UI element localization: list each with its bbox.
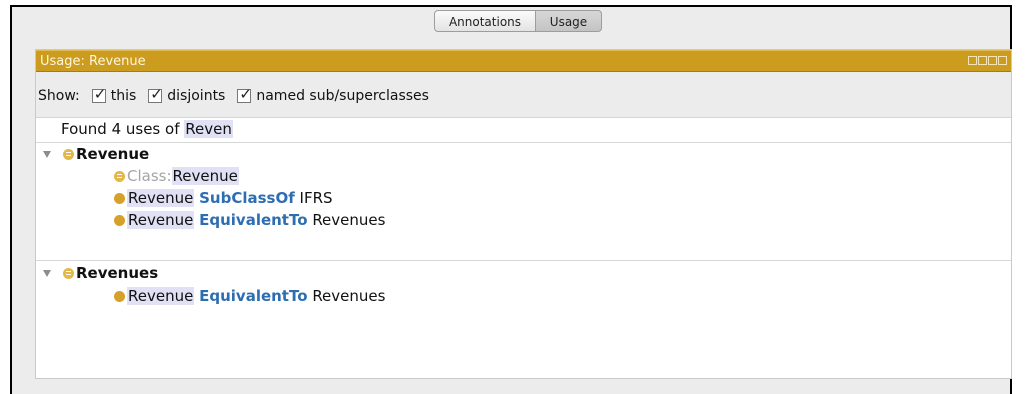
list-item[interactable]: Class: Revenue xyxy=(114,167,239,185)
checkbox-named-sub-superclasses-label: named sub/superclasses xyxy=(256,88,429,104)
item-subject: Revenue xyxy=(171,167,239,185)
tab-annotations[interactable]: Annotations xyxy=(434,10,536,32)
found-summary: Found 4 uses of Reven xyxy=(61,120,233,138)
list-item[interactable]: Revenue SubClassOf IFRS xyxy=(114,189,333,207)
tree-node-revenues[interactable]: Revenues xyxy=(36,264,158,282)
usage-panel: Usage: Revenue Show: this disjoints name… xyxy=(35,49,1012,379)
found-prefix: Found 4 uses of xyxy=(61,120,180,138)
node-label: Revenue xyxy=(76,145,150,163)
panel-title-bar: Usage: Revenue xyxy=(36,50,1011,72)
divider xyxy=(36,142,1011,143)
checkbox-named-sub-superclasses[interactable] xyxy=(237,85,252,103)
item-keyword: SubClassOf xyxy=(199,189,295,207)
show-label: Show: xyxy=(38,88,80,104)
usage-tree: Found 4 uses of Reven Revenue Class: Rev… xyxy=(36,117,1011,378)
item-object: Revenues xyxy=(312,287,386,305)
item-keyword: EquivalentTo xyxy=(199,211,308,229)
item-subject: Revenue xyxy=(127,189,195,207)
divider xyxy=(36,260,1011,261)
expand-triangle-icon[interactable] xyxy=(43,269,51,277)
class-icon xyxy=(63,148,74,160)
checkbox-disjoints[interactable] xyxy=(148,85,163,103)
split-icon[interactable] xyxy=(978,56,987,65)
tree-node-revenue[interactable]: Revenue xyxy=(36,145,149,163)
tile-icon[interactable] xyxy=(968,56,977,65)
axiom-icon xyxy=(114,290,125,302)
item-subject: Revenue xyxy=(127,287,195,305)
checkbox-this-label: this xyxy=(110,88,137,104)
panel-title: Usage: Revenue xyxy=(40,54,146,69)
tab-bar: Annotations Usage xyxy=(434,10,602,32)
axiom-icon xyxy=(114,214,125,226)
item-subject: Revenue xyxy=(127,211,195,229)
item-object: IFRS xyxy=(299,189,333,207)
tab-usage[interactable]: Usage xyxy=(536,10,602,32)
node-label: Revenues xyxy=(76,264,159,282)
expand-triangle-icon[interactable] xyxy=(43,150,51,158)
item-keyword: EquivalentTo xyxy=(199,287,308,305)
checkbox-this[interactable] xyxy=(91,85,106,103)
list-item[interactable]: Revenue EquivalentTo Revenues xyxy=(114,287,385,305)
maximize-icon[interactable] xyxy=(988,56,997,65)
list-item[interactable]: Revenue EquivalentTo Revenues xyxy=(114,211,385,229)
item-object: Revenues xyxy=(312,211,386,229)
class-icon xyxy=(114,170,125,182)
checkbox-disjoints-label: disjoints xyxy=(167,88,226,104)
window-controls xyxy=(968,56,1007,65)
found-term: Reven xyxy=(184,120,233,138)
close-icon[interactable] xyxy=(998,56,1007,65)
class-icon xyxy=(63,267,74,279)
item-keyword: Class: xyxy=(127,167,172,185)
axiom-icon xyxy=(114,192,125,204)
show-filter-bar: Show: this disjoints named sub/superclas… xyxy=(38,85,429,104)
